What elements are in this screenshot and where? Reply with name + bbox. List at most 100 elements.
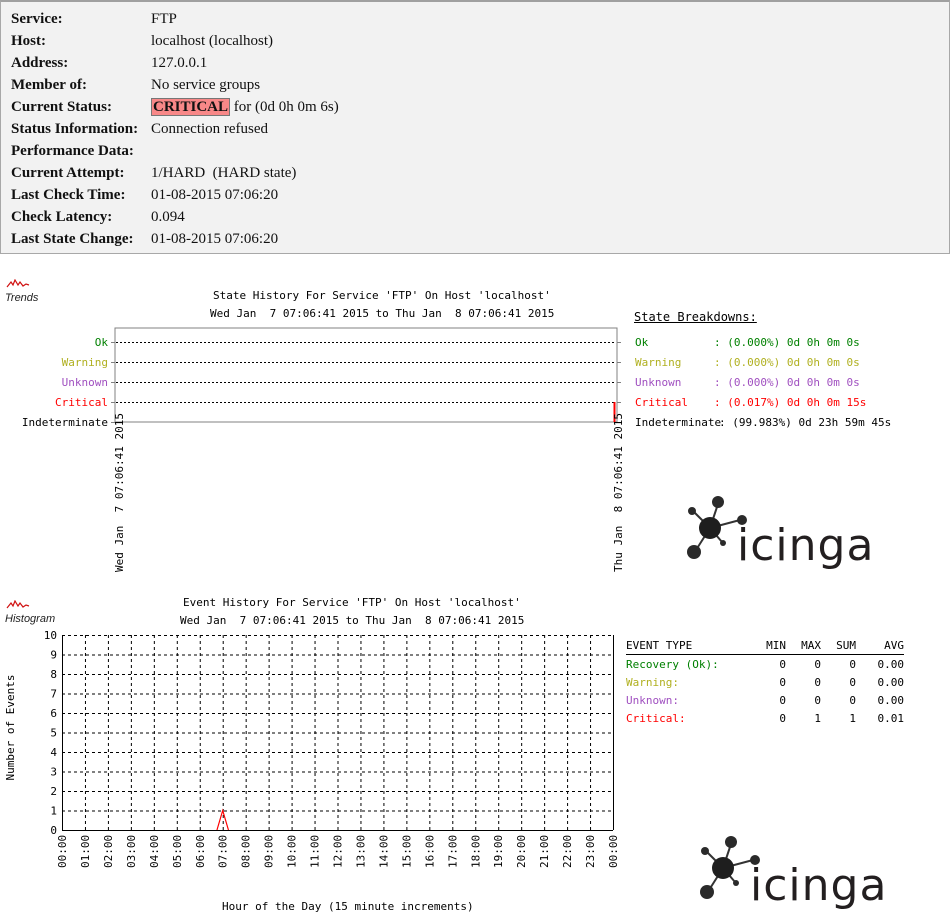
info-value: Connection refused: [151, 120, 269, 137]
event-cell-type: Warning:: [626, 675, 679, 689]
info-label: Address:: [11, 54, 69, 71]
info-label: Host:: [11, 32, 46, 49]
y-tick-label: 7: [50, 688, 57, 701]
x-tick-label: 04:00: [148, 835, 161, 868]
y-tick-label: 6: [50, 707, 57, 720]
breakdown-state-value: : (0.000%) 0d 0h 0m 0s: [714, 336, 860, 349]
service-info-panel: Service: FTP Host: localhost (localhost) Add…: [0, 0, 950, 254]
event-table-header: MIN: [746, 636, 786, 655]
event-cell-avg: 0.00: [877, 693, 905, 707]
info-row: Service: FTP: [11, 8, 339, 30]
x-end-label: Thu Jan 8 07:06:41 2015: [612, 413, 625, 572]
x-axis-label: Hour of the Day (15 minute increments): [222, 900, 474, 913]
icinga-logo-text: icinga: [737, 520, 874, 570]
trends-subtitle: Wed Jan 7 07:06:41 2015 to Thu Jan 8 07:…: [210, 307, 555, 320]
info-label: Current Status:: [11, 98, 112, 115]
info-value: localhost (localhost): [151, 32, 274, 49]
histogram-link[interactable]: Histogram: [5, 597, 55, 625]
event-cell-min: 0: [779, 675, 786, 689]
info-row: Current Attempt: 1/HARD (HARD state): [11, 162, 339, 184]
y-tick-label: 5: [50, 727, 57, 740]
info-row: Status Information: Connection refused: [11, 118, 339, 140]
x-tick-label: 19:00: [492, 835, 505, 868]
event-history-chart: 01234567891000:00 01:00 02:00 03:00 04:00 05:…: [4, 629, 620, 913]
event-cell-avg: 0.00: [877, 675, 905, 689]
x-tick-label: 15:00: [400, 835, 413, 868]
info-row: Member of: No service groups: [11, 74, 339, 96]
breakdown-state-value: : (99.983%) 0d 23h 59m 45s: [719, 416, 892, 429]
event-cell-avg: 0.01: [877, 711, 905, 725]
event-cell-sum: 0: [849, 657, 856, 671]
event-cell-sum: 0: [849, 693, 856, 707]
info-row: Address: 127.0.0.1: [11, 52, 339, 74]
y-tick-label: 4: [50, 746, 57, 759]
info-value: [151, 140, 339, 162]
x-tick-label: 03:00: [125, 835, 138, 868]
event-cell-type: Critical:: [626, 711, 686, 725]
event-cell-max: 0: [814, 675, 821, 689]
x-tick-label: 20:00: [515, 835, 528, 868]
info-label: Service:: [11, 10, 63, 27]
info-label: Status Information:: [11, 120, 139, 137]
breakdown-state-value: : (0.000%) 0d 0h 0m 0s: [714, 376, 860, 389]
x-tick-label: 12:00: [332, 835, 345, 868]
status-badge: CRITICAL: [151, 97, 231, 116]
breakdown-state-name: Critical: [635, 396, 688, 409]
info-value: 01-08-2015 07:06:20: [151, 186, 279, 203]
state-history-chart: Ok Warning Unknown Critical Indeterminate Wed…: [22, 327, 625, 572]
x-tick-label: 10:00: [286, 835, 299, 868]
y-tick-label: Warning: [62, 356, 108, 369]
info-label: Last State Change:: [11, 230, 134, 247]
event-table-header: SUM: [821, 636, 856, 655]
icinga-logo-bottom: icinga: [695, 830, 905, 915]
info-label: Member of:: [11, 76, 87, 93]
info-value: No service groups: [151, 76, 261, 93]
trends-icon: [6, 278, 30, 288]
status-duration: for (0d 0h 0m 6s): [230, 98, 339, 115]
histogram-title: Event History For Service 'FTP' On Host …: [183, 596, 521, 609]
x-tick-label: 07:00: [217, 835, 230, 868]
trends-label: Trends: [5, 292, 39, 304]
event-cell-max: 0: [814, 693, 821, 707]
breakdown-state-name: Indeterminate: [635, 416, 722, 429]
event-cell-min: 0: [779, 693, 786, 707]
service-info-table: Service: FTP Host: localhost (localhost) Add…: [11, 8, 339, 250]
state-breakdowns-title: State Breakdowns:: [634, 310, 757, 324]
info-value: FTP: [151, 10, 177, 27]
x-start-label: Wed Jan 7 07:06:41 2015: [113, 413, 126, 572]
x-tick-label: 00:00: [607, 835, 620, 868]
event-cell-max: 0: [814, 657, 821, 671]
x-tick-label: 22:00: [561, 835, 574, 868]
trends-link[interactable]: Trends: [5, 276, 38, 304]
event-cell-min: 0: [779, 657, 786, 671]
y-axis-label: Number of Events: [4, 675, 17, 781]
histogram-label: Histogram: [5, 613, 56, 625]
event-cell-type: Unknown:: [626, 693, 679, 707]
info-row: Performance Data:: [11, 140, 339, 162]
x-tick-label: 23:00: [584, 835, 597, 868]
x-tick-label: 18:00: [469, 835, 482, 868]
x-tick-label: 21:00: [538, 835, 551, 868]
breakdown-state-value: : (0.017%) 0d 0h 0m 15s: [714, 396, 867, 409]
info-row: Current Status: CRITICAL for (0d 0h 0m 6s…: [11, 96, 339, 118]
x-tick-label: 06:00: [194, 835, 207, 868]
event-table-row: Warning: 0 0 0 0.00: [626, 673, 904, 691]
event-table-header: MAX: [786, 636, 821, 655]
info-row: Host: localhost (localhost): [11, 30, 339, 52]
y-tick-label: 3: [50, 766, 57, 779]
event-table-row: Recovery (Ok): 0 0 0 0.00: [626, 655, 904, 674]
breakdown-state-name: Warning: [635, 356, 682, 369]
y-tick-label: Critical: [55, 396, 108, 409]
x-tick-label: 01:00: [79, 835, 92, 868]
info-row: Check Latency: 0.094: [11, 206, 339, 228]
event-cell-type: Recovery (Ok):: [626, 657, 719, 671]
info-label: Last Check Time:: [11, 186, 126, 203]
event-cell-min: 0: [779, 711, 786, 725]
event-cell-sum: 0: [849, 675, 856, 689]
y-tick-label: 9: [50, 649, 57, 662]
y-tick-label: 8: [50, 668, 57, 681]
x-tick-label: 13:00: [354, 835, 367, 868]
y-tick-label: 10: [44, 629, 57, 642]
event-cell-max: 1: [814, 711, 821, 725]
x-tick-label: 00:00: [56, 835, 69, 868]
